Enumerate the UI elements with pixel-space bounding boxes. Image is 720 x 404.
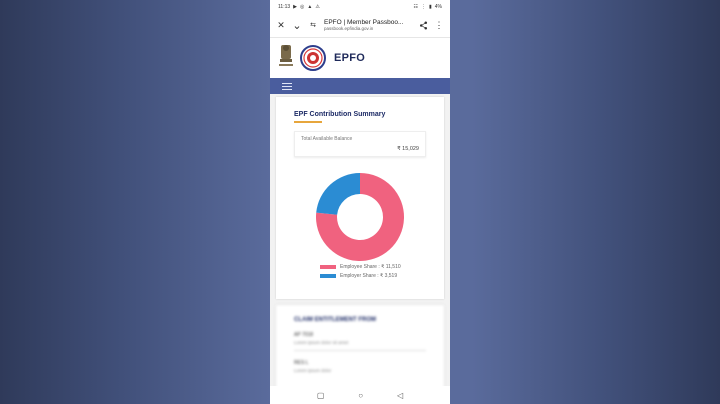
card-title: EPF Contribution Summary	[294, 111, 386, 118]
signal-icon: ⋮	[421, 3, 426, 10]
legend-item-employer[interactable]: Employer Share : ₹ 3,519	[320, 273, 401, 279]
balance-box: Total Available Balance ₹ 15,029	[294, 130, 426, 157]
drive-icon: ▲	[307, 3, 313, 10]
donut-slice-employer-share[interactable]	[316, 173, 360, 215]
blurred-card-title: CLAIM ENTITLEMENT FROM	[294, 317, 376, 323]
recents-button[interactable]: ▢	[317, 391, 325, 400]
page-info[interactable]: EPFO | Member Passboo... passbook.epfind…	[324, 19, 412, 31]
phone-screen: 11:13 ▶ ◎ ▲ ⚠ ☷ ⋮ ▮ 4% ✕ ⌄ ⇆ EPFO | Memb…	[270, 0, 450, 404]
title-underline	[294, 121, 322, 123]
blurred-row-sub: Lorem ipsum dolor	[294, 368, 332, 373]
chevron-down-icon[interactable]: ⌄	[292, 20, 302, 32]
legend-item-employee[interactable]: Employee Share : ₹ 11,510	[320, 264, 401, 270]
legend-label-employee: Employee Share : ₹ 11,510	[340, 264, 401, 270]
more-menu-icon[interactable]: ⋮	[434, 20, 444, 30]
background-left	[0, 0, 270, 404]
blurred-row-label: RES L	[294, 360, 309, 366]
share-icon[interactable]	[418, 20, 428, 30]
blurred-row-sub: Lorem ipsum dolor sit amet	[294, 340, 349, 345]
messenger-icon: ◎	[300, 3, 305, 10]
balance-label: Total Available Balance	[301, 135, 353, 142]
legend-label-employer: Employer Share : ₹ 3,519	[340, 273, 398, 279]
page-url: passbook.epfindia.gov.in	[324, 26, 374, 31]
battery-icon: ▮	[429, 3, 432, 10]
status-time: 11:13	[278, 3, 291, 10]
background-right	[472, 0, 720, 404]
contribution-summary-card: EPF Contribution Summary Total Available…	[276, 97, 444, 299]
status-bar: 11:13 ▶ ◎ ▲ ⚠ ☷ ⋮ ▮ 4%	[270, 0, 450, 13]
hamburger-menu-icon[interactable]	[282, 82, 292, 90]
brand-title[interactable]: EPFO	[334, 52, 365, 64]
legend-swatch-employer	[320, 274, 336, 278]
share-glyph	[419, 21, 427, 29]
nav-bar	[270, 78, 450, 94]
close-icon[interactable]: ✕	[276, 20, 286, 30]
balance-value: ₹ 15,029	[397, 145, 419, 152]
national-emblem-icon	[276, 43, 296, 73]
warning-icon: ⚠	[315, 3, 320, 10]
contribution-donut-chart	[316, 173, 404, 261]
youtube-icon: ▶	[293, 3, 298, 10]
divider	[294, 350, 426, 351]
site-settings-icon[interactable]: ⇆	[308, 20, 318, 30]
blurred-row-label: AP 7018	[294, 332, 314, 338]
android-nav-bar: ▢ ○ ◁	[270, 386, 450, 404]
browser-toolbar: ✕ ⌄ ⇆ EPFO | Member Passboo... passbook.…	[270, 13, 450, 38]
epfo-logo-icon	[300, 45, 326, 71]
blurred-section-card: CLAIM ENTITLEMENT FROM AP 7018 Lorem ips…	[276, 305, 444, 390]
site-header: EPFO	[270, 38, 450, 78]
network-icon: ☷	[413, 3, 418, 10]
legend-swatch-employee	[320, 265, 336, 269]
home-button[interactable]: ○	[358, 391, 363, 400]
back-button[interactable]: ◁	[397, 391, 403, 400]
chart-legend: Employee Share : ₹ 11,510 Employer Share…	[320, 264, 401, 282]
page-title: EPFO | Member Passboo...	[324, 19, 404, 26]
battery-percent: 4%	[434, 3, 442, 10]
